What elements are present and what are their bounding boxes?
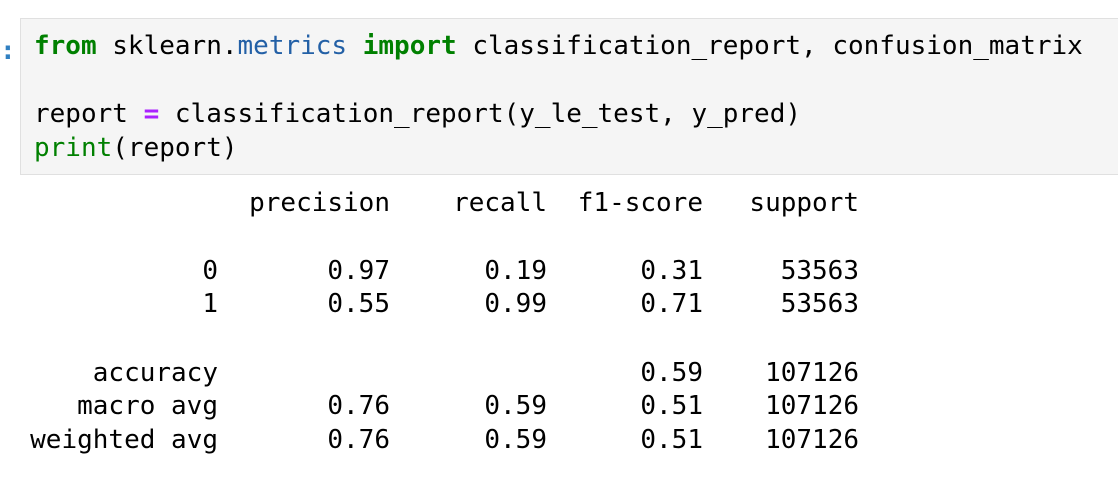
cell-output: precision recall f1-score support 0 0.97 0.19 0… — [20, 186, 1020, 476]
report-class-row: 0 0.97 0.19 0.31 53563 — [20, 254, 1020, 288]
report-header-row: precision recall f1-score support — [20, 186, 1020, 220]
report-cell: 107126 — [765, 391, 859, 421]
code-token: print — [34, 133, 113, 163]
code-line: from sklearn.metrics import classificati… — [34, 29, 1083, 63]
code-token: import — [362, 31, 457, 61]
code-token: (report) — [112, 133, 238, 163]
report-column-header: support — [749, 188, 859, 218]
code-token: classification_report, confusion_matrix — [456, 31, 1083, 61]
report-summary-row: accuracy 0.59 107126 — [20, 356, 1020, 390]
code-token: metrics — [237, 31, 348, 61]
code-line: report = classification_report(y_le_test… — [34, 97, 1083, 131]
code-editor[interactable]: from sklearn.metrics import classificati… — [34, 29, 1083, 165]
report-row-label: 1 — [202, 289, 218, 319]
report-cell: 53563 — [780, 256, 859, 286]
report-cell: 107126 — [765, 425, 859, 455]
report-row-label: weighted avg — [30, 425, 218, 455]
code-token: from — [34, 31, 97, 61]
report-summary-row: weighted avg 0.76 0.59 0.51 107126 — [20, 423, 1020, 457]
report-class-row: 1 0.55 0.99 0.71 53563 — [20, 287, 1020, 321]
report-row-label: 0 — [202, 256, 218, 286]
report-row-label: macro avg — [77, 391, 218, 421]
code-token: = — [143, 99, 160, 129]
code-token: sklearn. — [96, 31, 238, 61]
report-summary-row: macro avg 0.76 0.59 0.51 107126 — [20, 389, 1020, 423]
code-token: classification_report(y_le_test, y_pred) — [159, 99, 802, 129]
report-cell: 53563 — [780, 289, 859, 319]
cell-prompt-marker: : — [0, 36, 16, 66]
code-token: report — [34, 99, 144, 129]
code-line: print(report) — [34, 131, 1083, 165]
report-cell: 107126 — [765, 358, 859, 388]
code-cell-input[interactable]: from sklearn.metrics import classificati… — [20, 18, 1118, 175]
report-row-label: accuracy — [92, 358, 218, 388]
